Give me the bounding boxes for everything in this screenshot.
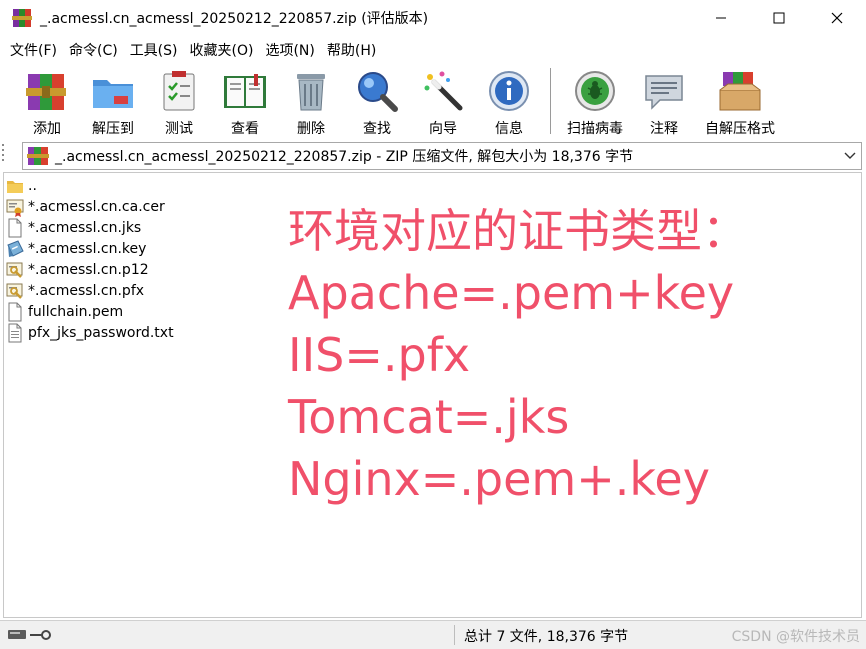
- sfx-label: 自解压格式: [705, 121, 775, 137]
- file-name: *.acmessl.cn.key: [28, 240, 147, 257]
- view-book-icon: [222, 68, 268, 114]
- certificate-icon: [6, 197, 24, 217]
- wizard-button[interactable]: 向导: [410, 64, 476, 138]
- close-icon: [831, 12, 843, 24]
- virus-scan-label: 扫描病毒: [567, 121, 623, 137]
- annotation-iis: IIS=.pfx: [288, 328, 471, 382]
- maximize-icon: [773, 12, 785, 24]
- drive-icon: [8, 630, 26, 639]
- find-magnifier-icon: [354, 68, 400, 114]
- folder-up-icon: [6, 176, 24, 196]
- info-icon: [486, 68, 532, 114]
- minimize-icon: [716, 17, 726, 19]
- window-controls: [692, 0, 866, 36]
- status-divider: [454, 625, 455, 645]
- extract-to-label: 解压到: [92, 121, 134, 137]
- list-item[interactable]: *.acmessl.cn.ca.cer: [6, 196, 165, 217]
- file-name: fullchain.pem: [28, 303, 124, 320]
- menu-bar: 文件(F) 命令(C) 工具(S) 收藏夹(O) 选项(N) 帮助(H): [0, 38, 866, 62]
- add-label: 添加: [33, 121, 61, 137]
- extract-to-button[interactable]: 解压到: [80, 64, 146, 138]
- blank-file-icon: [6, 302, 24, 322]
- toolbar: 添加 解压到 测试 查看 删除 查找 向导 信息 扫描病毒 注释 自解压格式: [0, 64, 866, 138]
- archive-path-text: _.acmessl.cn_acmessl_20250212_220857.zip…: [55, 149, 634, 165]
- file-name: *.acmessl.cn.jks: [28, 219, 142, 236]
- list-item[interactable]: fullchain.pem: [6, 301, 123, 322]
- comment-label: 注释: [650, 121, 678, 137]
- list-item[interactable]: ..: [6, 175, 37, 196]
- find-button[interactable]: 查找: [344, 64, 410, 138]
- toolbar-separator: [550, 68, 551, 134]
- comment-icon: [641, 68, 687, 114]
- list-item[interactable]: *.acmessl.cn.pfx: [6, 280, 144, 301]
- menu-help[interactable]: 帮助(H): [327, 40, 376, 60]
- status-summary: 总计 7 文件, 18,376 字节: [464, 629, 629, 645]
- archive-icon: [27, 146, 49, 166]
- info-label: 信息: [495, 121, 523, 137]
- annotation-apache: Apache=.pem+key: [288, 266, 735, 320]
- info-button[interactable]: 信息: [476, 64, 542, 138]
- title-bar: _.acmessl.cn_acmessl_20250212_220857.zip…: [0, 0, 866, 36]
- close-button[interactable]: [808, 0, 866, 36]
- pfx-file-icon: [6, 281, 24, 301]
- blank-file-icon: [6, 218, 24, 238]
- delete-trash-icon: [288, 68, 334, 114]
- extract-to-icon: [90, 68, 136, 114]
- test-button[interactable]: 测试: [146, 64, 212, 138]
- wizard-wand-icon: [420, 68, 466, 114]
- view-label: 查看: [231, 121, 259, 137]
- delete-label: 删除: [297, 121, 325, 137]
- window-title: _.acmessl.cn_acmessl_20250212_220857.zip…: [40, 11, 429, 27]
- file-name: pfx_jks_password.txt: [28, 324, 174, 341]
- chevron-down-icon[interactable]: [843, 148, 857, 162]
- test-label: 测试: [165, 121, 193, 137]
- status-icons: [8, 627, 54, 643]
- annotation-tomcat: Tomcat=.jks: [288, 390, 570, 444]
- key-file-icon: [6, 239, 24, 259]
- sfx-button[interactable]: 自解压格式: [697, 64, 783, 138]
- menu-favorites[interactable]: 收藏夹(O): [190, 40, 254, 60]
- virus-scan-icon: [572, 68, 618, 114]
- sfx-icon: [717, 68, 763, 114]
- archive-path-bar[interactable]: _.acmessl.cn_acmessl_20250212_220857.zip…: [22, 142, 862, 170]
- find-label: 查找: [363, 121, 391, 137]
- watermark: CSDN @软件技术员: [731, 629, 860, 645]
- menu-file[interactable]: 文件(F): [10, 40, 57, 60]
- test-icon: [156, 68, 202, 114]
- list-item[interactable]: *.acmessl.cn.p12: [6, 259, 149, 280]
- delete-button[interactable]: 删除: [278, 64, 344, 138]
- wizard-label: 向导: [429, 121, 457, 137]
- list-item[interactable]: *.acmessl.cn.key: [6, 238, 146, 259]
- text-file-icon: [6, 323, 24, 343]
- add-button[interactable]: 添加: [14, 64, 80, 138]
- winrar-app-icon[interactable]: [12, 8, 32, 28]
- maximize-button[interactable]: [750, 0, 808, 36]
- file-name: ..: [28, 177, 37, 194]
- annotation-nginx: Nginx=.pem+.key: [288, 452, 710, 506]
- list-item[interactable]: *.acmessl.cn.jks: [6, 217, 141, 238]
- list-item[interactable]: pfx_jks_password.txt: [6, 322, 174, 343]
- annotation-heading: 环境对应的证书类型：: [288, 204, 748, 258]
- menu-tools[interactable]: 工具(S): [130, 40, 178, 60]
- virus-scan-button[interactable]: 扫描病毒: [559, 64, 631, 138]
- pfx-file-icon: [6, 260, 24, 280]
- menu-commands[interactable]: 命令(C): [69, 40, 118, 60]
- view-button[interactable]: 查看: [212, 64, 278, 138]
- key-icon: [30, 630, 51, 640]
- status-bar: 总计 7 文件, 18,376 字节 CSDN @软件技术员: [0, 620, 866, 649]
- file-name: *.acmessl.cn.pfx: [28, 282, 145, 299]
- comment-button[interactable]: 注释: [631, 64, 697, 138]
- add-archive-icon: [24, 68, 70, 114]
- minimize-button[interactable]: [692, 0, 750, 36]
- file-name: *.acmessl.cn.p12: [28, 261, 149, 278]
- file-name: *.acmessl.cn.ca.cer: [28, 198, 165, 215]
- menu-options[interactable]: 选项(N): [265, 40, 314, 60]
- annotation-overlay: 环境对应的证书类型： Apache=.pem+key IIS=.pfx Tomc…: [288, 200, 748, 510]
